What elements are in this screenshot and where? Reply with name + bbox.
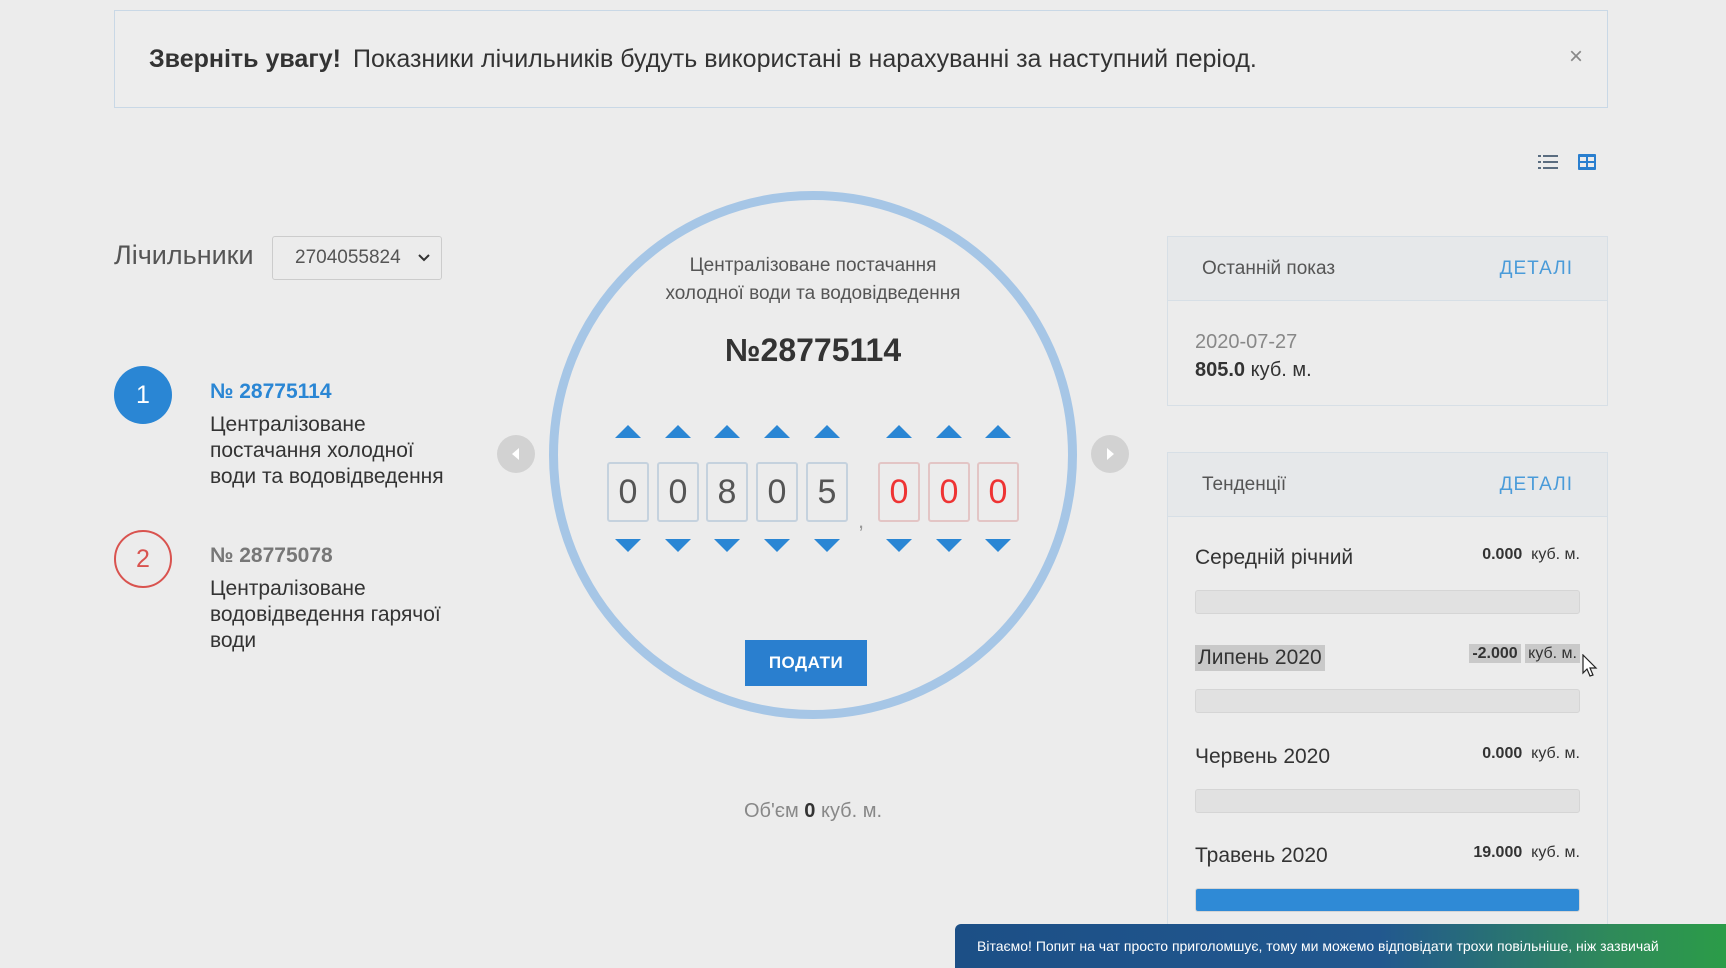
trend-label: Травень 2020 <box>1195 844 1328 867</box>
decimal-separator: , <box>858 508 865 533</box>
next-meter-button[interactable] <box>1091 435 1129 473</box>
trend-label: Середній річний <box>1195 546 1354 569</box>
digit-column: 0 <box>607 422 649 557</box>
digit-column: 8 <box>706 422 748 557</box>
decrement-arrow-icon[interactable] <box>977 537 1019 555</box>
dial-subtitle-line: холодної води та водовідведення <box>665 283 961 304</box>
digit-column: 5 <box>806 422 848 557</box>
trend-bar <box>1195 689 1580 713</box>
meter-index-badge: 1 <box>114 366 172 424</box>
last-reading-number: 805.0 <box>1195 359 1246 381</box>
last-reading-date: 2020-07-27 <box>1195 331 1298 353</box>
decrement-arrow-icon[interactable] <box>607 537 649 555</box>
digit-column: 0 <box>977 422 1019 557</box>
trend-label: Червень 2020 <box>1195 745 1331 768</box>
increment-arrow-icon[interactable] <box>878 422 920 440</box>
trend-label: Липень 2020 <box>1195 645 1325 671</box>
digit-input[interactable]: 0 <box>878 462 920 522</box>
digit-input[interactable]: 0 <box>977 462 1019 522</box>
meter-description: Централізоване постачання холодної води … <box>210 413 444 488</box>
increment-arrow-icon[interactable] <box>928 422 970 440</box>
trend-value: -2.000 куб. м. <box>1469 644 1580 663</box>
digit-input[interactable]: 5 <box>806 462 848 522</box>
trend-value: 19.000 куб. м. <box>1473 844 1580 861</box>
panel-header: Тенденції ДЕТАЛІ <box>1168 453 1607 517</box>
digit-column: 0 <box>657 422 699 557</box>
decrement-arrow-icon[interactable] <box>756 537 798 555</box>
increment-arrow-icon[interactable] <box>806 422 848 440</box>
meter-account-value: 2704055824 <box>295 247 401 268</box>
increment-arrow-icon[interactable] <box>756 422 798 440</box>
decrement-arrow-icon[interactable] <box>878 537 920 555</box>
prev-meter-button[interactable] <box>497 435 535 473</box>
last-reading-unit: куб. м. <box>1250 359 1312 381</box>
digit-column: 0 <box>756 422 798 557</box>
volume-label: Об'єм <box>743 800 799 822</box>
digit-input[interactable]: 0 <box>607 462 649 522</box>
notice-alert: Зверніть увагу! Показники лічильників бу… <box>114 10 1608 108</box>
increment-arrow-icon[interactable] <box>607 422 649 440</box>
decrement-arrow-icon[interactable] <box>657 537 699 555</box>
details-link[interactable]: ДЕТАЛІ <box>1500 474 1573 496</box>
grid-view-icon[interactable] <box>1578 154 1596 170</box>
list-view-icon[interactable] <box>1538 154 1558 170</box>
increment-arrow-icon[interactable] <box>706 422 748 440</box>
dial-subtitle: Централізоване постачання холодної води … <box>558 252 1068 308</box>
chevron-left-icon <box>512 448 519 460</box>
trend-value: 0.000 куб. м. <box>1482 745 1580 762</box>
chevron-down-icon <box>417 248 431 274</box>
dial-subtitle-line: Централізоване постачання <box>689 255 937 276</box>
increment-arrow-icon[interactable] <box>977 422 1019 440</box>
trend-bar <box>1195 789 1580 813</box>
panel-title: Останній показ <box>1202 257 1336 279</box>
details-link[interactable]: ДЕТАЛІ <box>1500 258 1573 280</box>
chat-banner[interactable]: Вітаємо! Попит на чат просто приголомшує… <box>955 924 1726 968</box>
meter-title-link[interactable]: № 28775078 <box>210 544 333 568</box>
submit-reading-button[interactable]: ПОДАТИ <box>745 640 867 686</box>
meter-account-select[interactable]: 2704055824 <box>272 236 442 280</box>
volume-readout: Об'єм 0 куб. м. <box>558 800 1068 823</box>
alert-title: Зверніть увагу! <box>149 44 341 73</box>
last-reading-panel: Останній показ ДЕТАЛІ 2020-07-27 805.0 к… <box>1167 236 1608 406</box>
close-icon[interactable]: × <box>1569 45 1583 69</box>
trends-panel: Тенденції ДЕТАЛІ Середній річний 0.000 к… <box>1167 452 1608 968</box>
dial-meter-number: №28775114 <box>724 332 902 368</box>
chat-banner-text: Вітаємо! Попит на чат просто приголомшує… <box>977 938 1659 954</box>
digit-column: 0 <box>878 422 920 557</box>
meter-description: Централізоване водовідведення гарячої во… <box>210 577 441 652</box>
digit-input[interactable]: 8 <box>706 462 748 522</box>
digit-input[interactable]: 0 <box>928 462 970 522</box>
digit-input[interactable]: 0 <box>756 462 798 522</box>
decrement-arrow-icon[interactable] <box>806 537 848 555</box>
panel-header: Останній показ ДЕТАЛІ <box>1168 237 1607 301</box>
volume-value: 0 <box>804 800 816 822</box>
last-reading-value: 805.0 куб. м. <box>1195 359 1312 382</box>
trend-bar <box>1195 888 1580 912</box>
decrement-arrow-icon[interactable] <box>928 537 970 555</box>
meter-index-badge: 2 <box>114 530 172 588</box>
volume-unit: куб. м. <box>820 800 883 822</box>
alert-text: Показники лічильників будуть використані… <box>352 44 1257 73</box>
mouse-cursor-icon <box>1582 654 1598 677</box>
meters-label: Лічильники <box>114 240 254 270</box>
digit-input[interactable]: 0 <box>657 462 699 522</box>
digit-column: 0 <box>928 422 970 557</box>
trend-value: 0.000 куб. м. <box>1482 546 1580 563</box>
trend-bar <box>1195 590 1580 614</box>
meter-title-link[interactable]: № 28775114 <box>210 380 332 404</box>
decrement-arrow-icon[interactable] <box>706 537 748 555</box>
chevron-right-icon <box>1107 448 1114 460</box>
increment-arrow-icon[interactable] <box>657 422 699 440</box>
panel-title: Тенденції <box>1202 473 1287 495</box>
